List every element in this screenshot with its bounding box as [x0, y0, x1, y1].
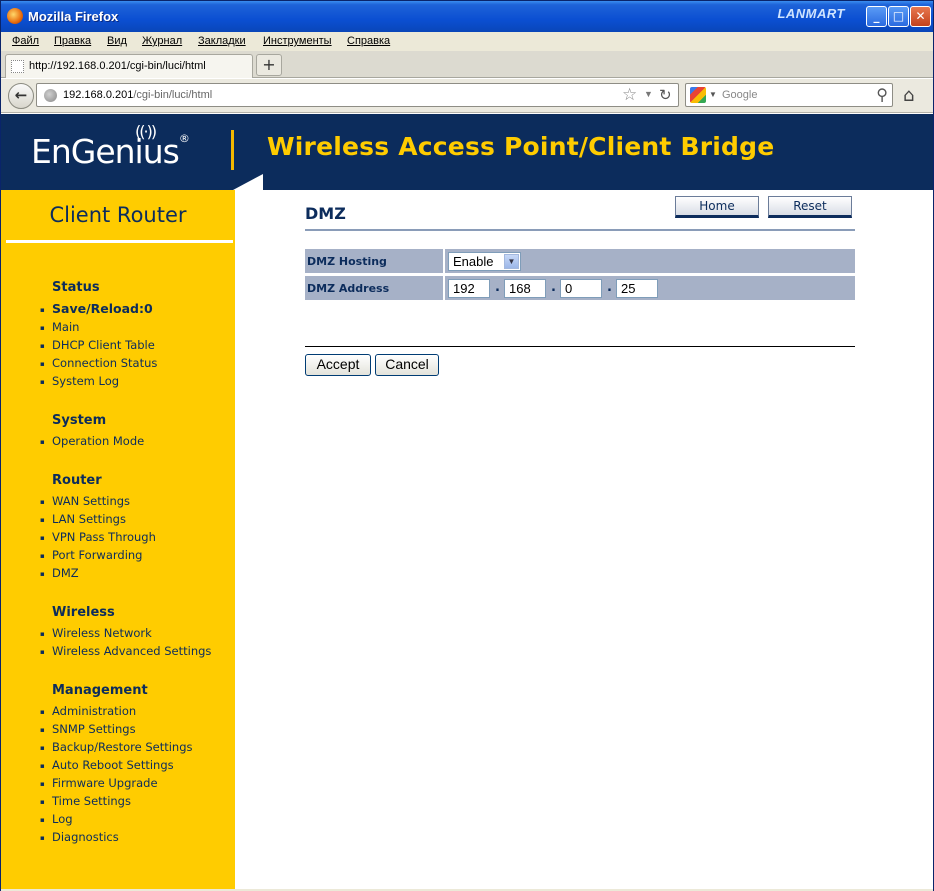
accept-button[interactable]: Accept — [305, 354, 371, 376]
title-divider — [305, 229, 855, 231]
url-bar[interactable]: 192.168.0.201/cgi-bin/luci/html ☆ ▼ ↻ — [36, 83, 679, 107]
section-management: Management — [52, 683, 148, 698]
menu-bar: Файл Правка Вид Журнал Закладки Инструме… — [1, 32, 933, 51]
navigation-bar: ← 192.168.0.201/cgi-bin/luci/html ☆ ▼ ↻ … — [1, 79, 933, 113]
section-wireless: Wireless — [52, 605, 115, 620]
sidebar: Client Router Status Save/Reload:0 Main … — [1, 190, 235, 890]
sidebar-title: Client Router — [49, 203, 187, 227]
home-button[interactable]: Home — [675, 196, 759, 218]
menu-edit[interactable]: Правка — [54, 35, 91, 47]
page-title: DMZ — [305, 204, 346, 223]
tab-title: http://192.168.0.201/cgi-bin/luci/html — [29, 60, 206, 72]
title-bar: Mozilla Firefox LANMART _ □ ✕ — [1, 1, 933, 32]
dmz-hosting-label: DMZ Hosting — [307, 255, 387, 268]
sidebar-item-wireless-network[interactable]: Wireless Network — [40, 626, 152, 640]
sidebar-item-dhcp-client-table[interactable]: DHCP Client Table — [40, 338, 155, 352]
sidebar-item-dmz[interactable]: DMZ — [40, 566, 79, 580]
google-icon[interactable] — [690, 87, 706, 103]
sidebar-item-save-reload[interactable]: Save/Reload:0 — [40, 301, 153, 316]
section-router: Router — [52, 473, 102, 488]
reset-button[interactable]: Reset — [768, 196, 852, 218]
sidebar-item-diagnostics[interactable]: Diagnostics — [40, 830, 119, 844]
sidebar-item-backup-restore-settings[interactable]: Backup/Restore Settings — [40, 740, 193, 754]
section-system: System — [52, 413, 107, 428]
site-identity-icon[interactable] — [44, 89, 57, 102]
page-content: EnGenius® ((·)) Wireless Access Point/Cl… — [1, 114, 933, 890]
menu-file[interactable]: Файл — [12, 35, 39, 47]
search-bar[interactable]: ▼ Google ⚲ — [685, 83, 893, 107]
sidebar-item-snmp-settings[interactable]: SNMP Settings — [40, 722, 136, 736]
sidebar-divider — [6, 240, 233, 243]
dmz-hosting-select[interactable]: Enable ▼ — [448, 252, 521, 271]
browser-window: Mozilla Firefox LANMART _ □ ✕ Файл Правк… — [0, 0, 934, 891]
close-button[interactable]: ✕ — [910, 6, 931, 27]
sidebar-item-port-forwarding[interactable]: Port Forwarding — [40, 548, 142, 562]
sidebar-item-firmware-upgrade[interactable]: Firmware Upgrade — [40, 776, 158, 790]
form-divider — [305, 346, 855, 347]
banner-notch — [233, 174, 263, 190]
cancel-button[interactable]: Cancel — [375, 354, 439, 376]
ip-octet-3-input[interactable]: 0 — [560, 279, 602, 298]
dmz-hosting-row: DMZ Hosting Enable ▼ — [305, 249, 855, 273]
dmz-address-label: DMZ Address — [307, 282, 390, 295]
dmz-address-row: DMZ Address 192 . 168 . 0 . 25 — [305, 276, 855, 300]
ip-octet-1-input[interactable]: 192 — [448, 279, 490, 298]
engenius-logo: EnGenius® — [31, 132, 190, 171]
menu-history[interactable]: Журнал — [142, 35, 182, 47]
window-title: Mozilla Firefox — [28, 9, 119, 24]
dmz-address-cell: 192 . 168 . 0 . 25 — [443, 276, 855, 300]
ip-separator: . — [607, 280, 612, 295]
reload-icon[interactable]: ↻ — [659, 86, 672, 104]
search-placeholder: Google — [722, 89, 758, 101]
dmz-hosting-cell: Enable ▼ — [443, 249, 855, 273]
back-button[interactable]: ← — [8, 83, 34, 109]
ip-separator: . — [495, 280, 500, 295]
new-tab-button[interactable]: + — [256, 54, 282, 76]
menu-tools[interactable]: Инструменты — [263, 35, 332, 47]
sidebar-item-time-settings[interactable]: Time Settings — [40, 794, 131, 808]
sidebar-item-main[interactable]: Main — [40, 320, 79, 334]
sidebar-item-administration[interactable]: Administration — [40, 704, 136, 718]
menu-view[interactable]: Вид — [107, 35, 127, 47]
firefox-icon — [7, 8, 23, 24]
header-banner: EnGenius® ((·)) Wireless Access Point/Cl… — [1, 114, 933, 190]
banner-title: Wireless Access Point/Client Bridge — [267, 132, 775, 161]
sidebar-item-wireless-advanced-settings[interactable]: Wireless Advanced Settings — [40, 644, 211, 658]
minimize-button[interactable]: _ — [866, 6, 887, 27]
wifi-signal-icon: ((·)) — [135, 122, 157, 141]
sidebar-item-lan-settings[interactable]: LAN Settings — [40, 512, 126, 526]
bookmark-star-icon[interactable]: ☆ — [622, 85, 637, 105]
sidebar-item-operation-mode[interactable]: Operation Mode — [40, 434, 144, 448]
sidebar-item-log[interactable]: Log — [40, 812, 73, 826]
sidebar-item-wan-settings[interactable]: WAN Settings — [40, 494, 130, 508]
menu-help[interactable]: Справка — [347, 35, 390, 47]
chevron-down-icon[interactable]: ▼ — [504, 254, 519, 269]
url-dropdown-icon[interactable]: ▼ — [644, 89, 653, 99]
menu-bookmarks[interactable]: Закладки — [198, 35, 246, 47]
url-text[interactable]: 192.168.0.201/cgi-bin/luci/html — [63, 89, 212, 101]
home-icon[interactable]: ⌂ — [903, 85, 914, 106]
sidebar-item-auto-reboot-settings[interactable]: Auto Reboot Settings — [40, 758, 174, 772]
page-favicon-icon — [11, 60, 24, 73]
ip-octet-2-input[interactable]: 168 — [504, 279, 546, 298]
search-icon[interactable]: ⚲ — [876, 85, 888, 105]
section-status: Status — [52, 280, 100, 295]
sidebar-item-system-log[interactable]: System Log — [40, 374, 119, 388]
lanmart-logo: LANMART — [777, 6, 845, 21]
banner-divider — [231, 130, 234, 170]
search-engine-dropdown-icon[interactable]: ▼ — [709, 90, 717, 99]
sidebar-item-connection-status[interactable]: Connection Status — [40, 356, 157, 370]
browser-tab[interactable]: http://192.168.0.201/cgi-bin/luci/html — [5, 54, 253, 78]
dmz-hosting-value: Enable — [453, 254, 494, 269]
ip-separator: . — [551, 280, 556, 295]
ip-octet-4-input[interactable]: 25 — [616, 279, 658, 298]
tab-strip: http://192.168.0.201/cgi-bin/luci/html + — [1, 51, 933, 78]
sidebar-item-vpn-pass-through[interactable]: VPN Pass Through — [40, 530, 156, 544]
maximize-button[interactable]: □ — [888, 6, 909, 27]
